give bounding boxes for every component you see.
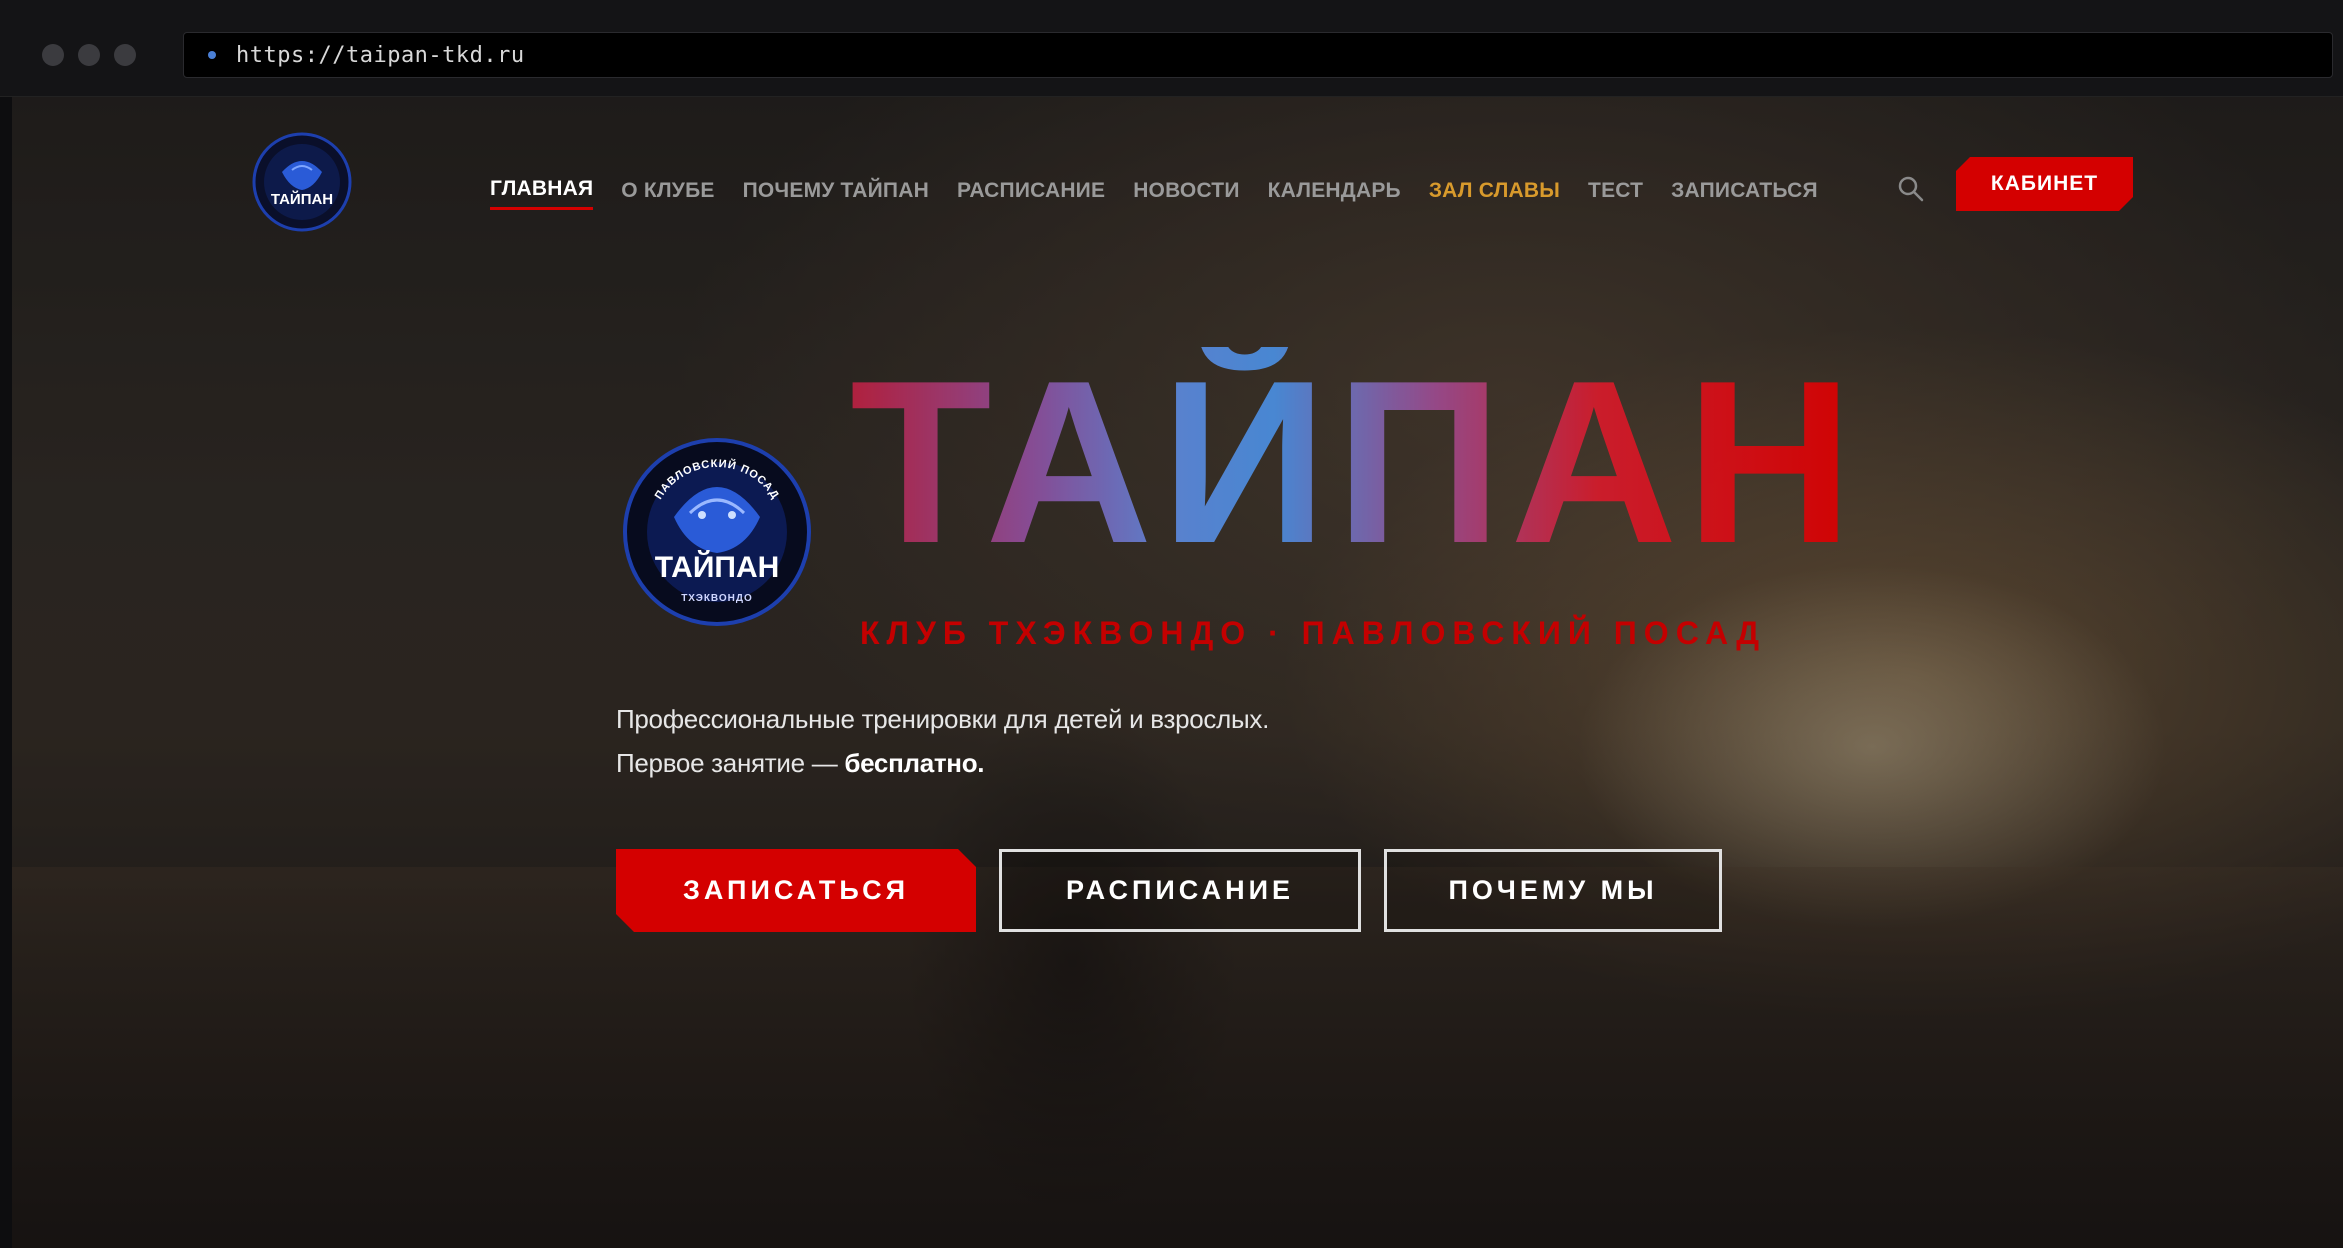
hero-subtitle: КЛУБ ТХЭКВОНДО · ПАВЛОВСКИЙ ПОСАД	[860, 615, 1767, 651]
hero-line-2-bold: бесплатно.	[844, 748, 985, 778]
nav-logo[interactable]: ТАЙПАН	[252, 132, 352, 232]
nav-item-1[interactable]: О КЛУБЕ	[621, 179, 714, 209]
hero-line-2-text: Первое занятие —	[616, 748, 845, 778]
nav-item-4[interactable]: НОВОСТИ	[1133, 179, 1239, 209]
schedule-button[interactable]: РАСПИСАНИЕ	[999, 849, 1361, 932]
nav-item-7[interactable]: ТЕСТ	[1588, 179, 1643, 209]
nav-item-8[interactable]: ЗАПИСАТЬСЯ	[1671, 179, 1818, 209]
maximize-dot[interactable]	[114, 44, 136, 66]
why-us-button[interactable]: ПОЧЕМУ МЫ	[1384, 849, 1722, 932]
hero-title: ТАЙПАН	[850, 333, 1862, 592]
window-controls	[42, 44, 136, 66]
nav-item-3[interactable]: РАСПИСАНИЕ	[957, 179, 1105, 209]
svg-text:ТАЙПАН: ТАЙПАН	[655, 550, 780, 584]
browser-chrome: https://taipan-tkd.ru	[0, 0, 2343, 97]
close-dot[interactable]	[42, 44, 64, 66]
hero-line-2: Первое занятие — бесплатно.	[616, 741, 1269, 785]
svg-text:ТХЭКВОНДО: ТХЭКВОНДО	[681, 593, 753, 604]
hero-line-1: Профессиональные тренировки для детей и …	[616, 704, 1269, 734]
svg-text:ТАЙПАН: ТАЙПАН	[271, 190, 333, 208]
nav-item-0[interactable]: ГЛАВНАЯ	[490, 177, 594, 210]
minimize-dot[interactable]	[78, 44, 100, 66]
signup-button[interactable]: ЗАПИСАТЬСЯ	[616, 849, 976, 932]
secure-icon	[208, 51, 216, 59]
nav-item-5[interactable]: КАЛЕНДАРЬ	[1268, 179, 1401, 209]
nav-item-2[interactable]: ПОЧЕМУ ТАЙПАН	[743, 179, 929, 209]
main-nav: ГЛАВНАЯ О КЛУБЕ ПОЧЕМУ ТАЙПАН РАСПИСАНИЕ НОВ…	[490, 177, 1818, 210]
page-viewport: ТАЙПАН ГЛАВНАЯ О КЛУБЕ ПОЧЕМУ ТАЙПАН РАСПИС…	[12, 97, 2343, 1248]
nav-item-6[interactable]: ЗАЛ СЛАВЫ	[1429, 179, 1560, 209]
hero-description: Профессиональные тренировки для детей и …	[616, 697, 1269, 785]
search-icon[interactable]	[1896, 174, 1926, 204]
hero-logo: ПАВЛОВСКИЙ ПОСАД ТАЙПАН ТХЭКВОНДО	[623, 438, 811, 626]
cabinet-button[interactable]: КАБИНЕТ	[1956, 157, 2133, 211]
url-text: https://taipan-tkd.ru	[236, 42, 525, 68]
address-bar[interactable]: https://taipan-tkd.ru	[183, 32, 2333, 78]
background-overlay	[12, 97, 2343, 1248]
